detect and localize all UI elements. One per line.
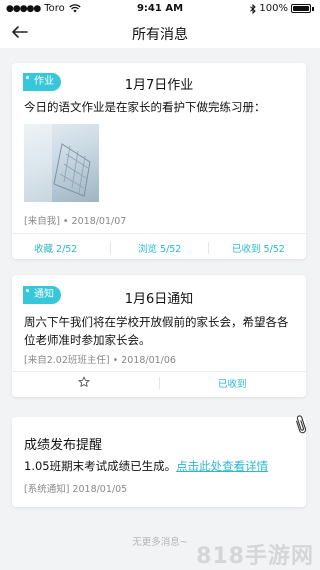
battery-icon xyxy=(291,4,311,13)
message-meta: [来自我] • 2018/01/07 xyxy=(24,216,127,227)
battery-tip xyxy=(312,6,314,11)
action-separator xyxy=(110,242,111,254)
battery-percent: 100% xyxy=(259,3,288,14)
card-divider xyxy=(12,233,306,234)
card-divider xyxy=(12,371,306,372)
message-body: 周六下午我们将在学校开放假前的家长会，希望各各位老师准时参加家长会。 xyxy=(24,315,289,347)
nav-bar: 所有消息 xyxy=(0,18,320,48)
status-bar: ●●●●● Toro 9:41 AM 100% xyxy=(0,0,320,18)
message-meta: [来自2.02班班主任] • 2018/01/06 xyxy=(24,355,176,366)
star-icon[interactable] xyxy=(78,376,90,388)
watermark: 818手游网 xyxy=(196,544,314,569)
message-card-system[interactable]: 成绩发布提醒 1.05班期末考试成绩已生成。点击此处查看详情 [系统通知] 20… xyxy=(12,415,307,507)
message-body: 今日的语文作业是在家长的看护下做完练习册： xyxy=(24,100,266,114)
message-title: 1月6日通知 xyxy=(124,292,194,307)
status-right: 100% xyxy=(250,3,314,14)
page-title: 所有消息 xyxy=(132,27,188,43)
message-card-homework[interactable]: 作业 1月7日作业 今日的语文作业是在家长的看护下做完练习册： [来自我] • … xyxy=(12,63,306,259)
received-button[interactable]: 已收到 xyxy=(218,376,247,390)
action-separator xyxy=(159,377,160,389)
basket-illustration xyxy=(24,124,91,202)
view-details-link[interactable]: 点击此处查看详情 xyxy=(176,459,268,473)
message-title: 成绩发布提醒 xyxy=(24,438,103,453)
action-separator xyxy=(208,242,209,254)
message-meta: [系统通知] 2018/01/05 xyxy=(24,484,128,495)
viewed-count-button[interactable]: 浏览 5/52 xyxy=(138,241,181,255)
collect-count-button[interactable]: 收藏 2/52 xyxy=(34,241,77,255)
paperclip-icon xyxy=(296,415,307,434)
message-card-notice[interactable]: 通知 1月6日通知 周六下午我们将在学校开放假前的家长会，希望各各位老师准时参加… xyxy=(12,275,306,397)
attachment-image[interactable] xyxy=(24,124,99,202)
message-body-text: 1.05班期末考试成绩已生成。 xyxy=(24,459,177,473)
bluetooth-icon xyxy=(250,3,257,14)
received-count-button[interactable]: 已收到 5/52 xyxy=(232,241,285,255)
message-title: 1月7日作业 xyxy=(124,78,194,93)
message-body: 1.05班期末考试成绩已生成。点击此处查看详情 xyxy=(24,457,294,475)
